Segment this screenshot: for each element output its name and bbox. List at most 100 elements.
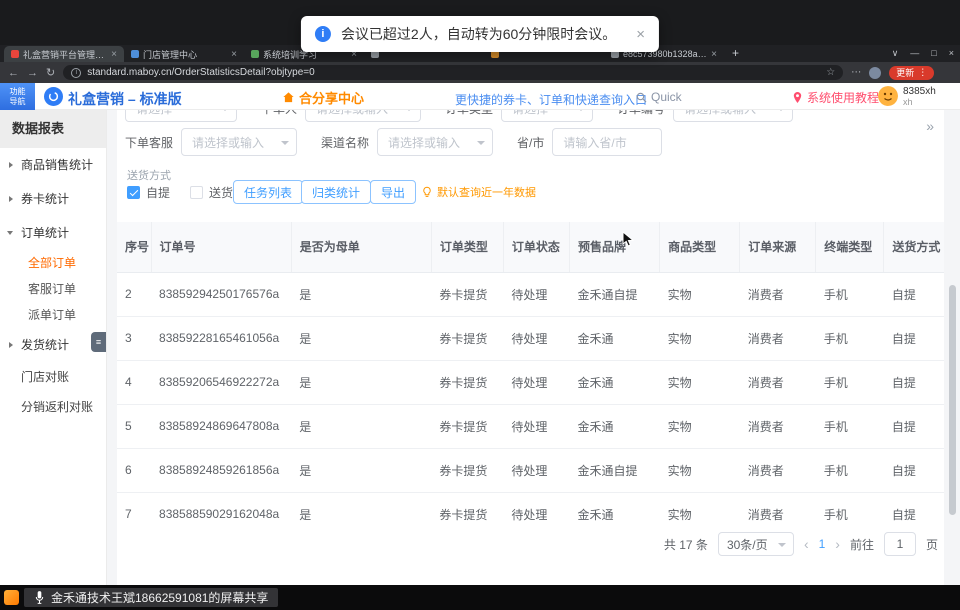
cell-product-type: 实物 [660,316,740,360]
reload-button[interactable]: ↻ [46,66,55,79]
cell-brand: 金禾通 [570,360,660,404]
address-bar[interactable]: i standard.maboy.cn/OrderStatisticsDetai… [63,65,843,80]
user-name-block[interactable]: 8385xh xh [903,87,936,107]
cell-source: 消费者 [740,404,816,448]
app-header: 功能 导航 礼盒营销 – 标准版 合分享中心 更快捷的券卡、订单和快递查询入口 … [0,83,960,110]
browser-menu-icon: ⋮ [918,67,927,78]
prev-page-button[interactable]: ‹ [804,536,809,552]
sidebar-collapse-handle[interactable]: ≡ [91,332,106,352]
sidebar-item-service-orders[interactable]: 客服订单 [0,276,106,302]
delivery-checkbox-group: 自提 送货 [127,182,233,202]
table-row[interactable]: 6 83858924859261856a 是 券卡提货 待处理 金禾通自提 实物… [117,448,944,492]
sidebar-item-card-stats[interactable]: 券卡统计 [0,182,106,216]
tutorial-link[interactable]: 系统使用教程 [792,89,879,106]
sidebar-item-dispatch-orders[interactable]: 派单订单 [0,302,106,328]
query-tip-text: 默认查询近一年数据 [437,184,536,200]
table-row[interactable]: 5 83858924869647808a 是 券卡提货 待处理 金禾通 实物 消… [117,404,944,448]
cell-terminal: 手机 [816,360,884,404]
delivery-checkbox[interactable]: 送货 [190,184,233,201]
new-tab-button[interactable]: + [732,46,739,60]
user-avatar[interactable] [878,86,898,106]
forward-button[interactable]: → [27,67,38,79]
select-placeholder: 请选择或输入 [316,110,388,117]
order-number-select[interactable]: 请选择或输入 [673,110,793,122]
page-scrollbar-thumb[interactable] [949,285,956,515]
cell-seq: 6 [117,448,151,492]
tab-close-icon[interactable]: × [111,49,117,60]
screen-share-text: 金禾通技术王斌18662591081的屏幕共享 [51,589,268,606]
sidebar-item-order-stats[interactable]: 订单统计 [0,216,106,250]
table-row[interactable]: 4 83859206546922272a 是 券卡提货 待处理 金禾通 实物 消… [117,360,944,404]
filter-row-2: 下单客服 请选择或输入 渠道名称 请选择或输入 省/市 请输入省/市 [125,128,662,156]
channel-name-select[interactable]: 请选择或输入 [377,128,493,156]
delivery-method-label: 送货方式 [127,167,171,183]
cell-terminal: 手机 [816,448,884,492]
table-header-cell: 订单状态 [503,222,569,272]
cell-type: 券卡提货 [431,272,503,316]
next-page-button[interactable]: › [835,536,840,552]
share-app-icon[interactable] [4,590,19,605]
order-type-select[interactable]: 请选择 [501,110,593,122]
province-city-input[interactable]: 请输入省/市 [552,128,662,156]
sidebar-item-all-orders[interactable]: 全部订单 [0,250,106,276]
table-row[interactable]: 7 83858859029162048a 是 券卡提货 待处理 金禾通 实物 消… [117,492,944,528]
filter-label: 渠道名称 [321,134,369,151]
page-number[interactable]: 1 [819,537,826,551]
sidebar-item-product-sales[interactable]: 商品销售统计 [0,148,106,182]
extensions-icon[interactable]: ⋯ [851,67,861,78]
select-placeholder: 请选择 [512,110,548,117]
window-menu-icon[interactable]: ∨ [892,48,899,59]
cell-brand: 金禾通自提 [570,272,660,316]
cell-parent: 是 [291,316,431,360]
site-info-icon[interactable]: i [71,68,81,78]
browser-tab[interactable]: 礼盒营销平台管理中心 × [4,46,124,62]
group-stats-button[interactable]: 归类统计 [301,180,371,204]
tab-close-icon[interactable]: × [231,49,237,60]
cell-parent: 是 [291,448,431,492]
table-row[interactable]: 2 83859294250176576a 是 券卡提货 待处理 金禾通自提 实物… [117,272,944,316]
back-button[interactable]: ← [8,67,19,79]
toast-close-icon[interactable]: × [636,26,645,43]
chevron-right-icon [9,342,13,348]
cell-type: 券卡提货 [431,316,503,360]
meeting-toast: i 会议已超过2人，自动转为60分钟限时会议。 × [301,16,659,52]
bookmark-star-icon[interactable]: ☆ [826,67,835,78]
window-minimize-button[interactable]: — [910,48,919,58]
page-size-select[interactable]: 30条/页 [718,532,794,556]
table-row[interactable]: 3 83859228165461056a 是 券卡提货 待处理 金禾通 实物 消… [117,316,944,360]
quick-label: Quick [651,90,682,104]
pagination-total: 共 17 条 [664,536,708,553]
filter-collapse-chevron[interactable]: » [926,118,932,134]
share-center-link[interactable]: 合分享中心 [282,88,364,107]
cell-brand: 金禾通 [570,316,660,360]
sidebar-item-store-reconciliation[interactable]: 门店对账 [0,362,106,392]
goto-page-input[interactable] [884,532,916,556]
tab-close-icon[interactable]: × [711,49,717,60]
window-close-button[interactable]: × [949,48,954,58]
order-agent-select[interactable]: 请选择或输入 [181,128,297,156]
quick-query-entry-link[interactable]: 更快捷的券卡、订单和快递查询入口 [455,91,647,108]
sidebar: 数据报表 商品销售统计 券卡统计 订单统计 全部订单 客服订单 派单订单 发货统… [0,110,107,585]
cell-parent: 是 [291,272,431,316]
sidebar-item-rebate-reconciliation[interactable]: 分销返利对账 [0,392,106,422]
chevron-down-icon [777,110,785,111]
sidebar-item-label: 商品销售统计 [21,158,93,172]
nav-drawer-toggle[interactable]: 功能 导航 [0,83,35,110]
share-center-label: 合分享中心 [299,88,364,107]
cell-product-type: 实物 [660,492,740,528]
screen-share-pill[interactable]: 金禾通技术王斌18662591081的屏幕共享 [24,588,278,607]
export-button[interactable]: 导出 [370,180,416,204]
table-header-cell: 终端类型 [816,222,884,272]
window-maximize-button[interactable]: □ [931,48,936,58]
update-button[interactable]: 更新 ⋮ [889,66,934,80]
buyer-select[interactable]: 请选择或输入 [305,110,421,122]
quick-link[interactable]: Quick [636,90,682,104]
select-placeholder: 请选择 [136,110,172,117]
self-pickup-checkbox[interactable]: 自提 [127,184,170,201]
browser-tab[interactable]: 门店管理中心 × [124,46,244,62]
task-list-button[interactable]: 任务列表 [233,180,303,204]
order-status-select[interactable]: 请选择 [125,110,237,122]
cell-delivery: 自提 [884,448,944,492]
browser-profile-avatar[interactable] [869,67,881,79]
page-size-value: 30条/页 [727,536,768,553]
